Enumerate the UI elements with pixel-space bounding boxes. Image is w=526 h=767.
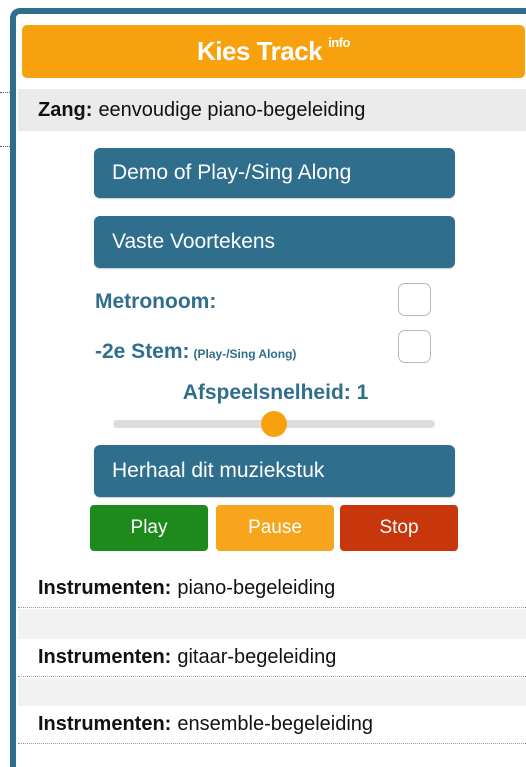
instrumenten-label: Instrumenten:	[38, 646, 172, 668]
pause-button[interactable]: Pause	[216, 505, 334, 551]
metronoom-label: Metronoom:	[95, 290, 217, 313]
speed-label: Afspeelsnelheid: 1	[182, 381, 369, 404]
pause-label: Pause	[248, 517, 302, 538]
instrumenten-value: piano-begeleiding	[177, 577, 336, 599]
zang-label: Zang:	[38, 98, 93, 121]
instrumenten-label: Instrumenten:	[38, 713, 172, 735]
row-gap	[18, 678, 526, 706]
play-button[interactable]: Play	[90, 505, 208, 551]
vaste-voortekens-button[interactable]: Vaste Voortekens	[94, 216, 455, 268]
zang-track-row[interactable]: Zang: eenvoudige piano-begeleiding	[18, 89, 526, 131]
instrumenten-row-gitaar[interactable]: Instrumenten: gitaar-begeleiding	[18, 639, 526, 677]
instrumenten-value: gitaar-begeleiding	[177, 646, 337, 668]
speed-slider-thumb[interactable]	[261, 411, 287, 437]
instrumenten-row-piano[interactable]: Instrumenten: piano-begeleiding	[18, 570, 526, 608]
left-divider	[0, 146, 10, 147]
instrumenten-value: ensemble-begeleiding	[177, 713, 374, 735]
stop-button[interactable]: Stop	[340, 505, 458, 551]
row-gap	[18, 609, 526, 639]
stem-note: (Play-/Sing Along)	[193, 347, 297, 361]
kies-track-header[interactable]: Kies Track info	[22, 25, 525, 78]
instrumenten-row-ensemble[interactable]: Instrumenten: ensemble-begeleiding	[18, 706, 526, 744]
header-title: Kies Track	[197, 36, 323, 66]
stem-checkbox[interactable]	[398, 330, 431, 363]
zang-value: eenvoudige piano-begeleiding	[98, 98, 366, 121]
demo-button-label: Demo of Play-/Sing Along	[112, 161, 352, 184]
stop-label: Stop	[379, 517, 419, 538]
stem-label-row: -2e Stem: (Play-/Sing Along)	[95, 340, 296, 364]
stem-label: -2e Stem:	[95, 340, 190, 363]
vaste-voortekens-label: Vaste Voortekens	[112, 230, 276, 253]
herhaal-button[interactable]: Herhaal dit muziekstuk	[94, 445, 455, 497]
metronoom-checkbox[interactable]	[398, 283, 431, 316]
demo-button[interactable]: Demo of Play-/Sing Along	[94, 148, 455, 198]
left-divider	[0, 92, 10, 93]
instrumenten-label: Instrumenten:	[38, 577, 172, 599]
info-link[interactable]: info	[328, 35, 350, 50]
play-label: Play	[130, 517, 168, 538]
herhaal-button-label: Herhaal dit muziekstuk	[112, 459, 325, 482]
